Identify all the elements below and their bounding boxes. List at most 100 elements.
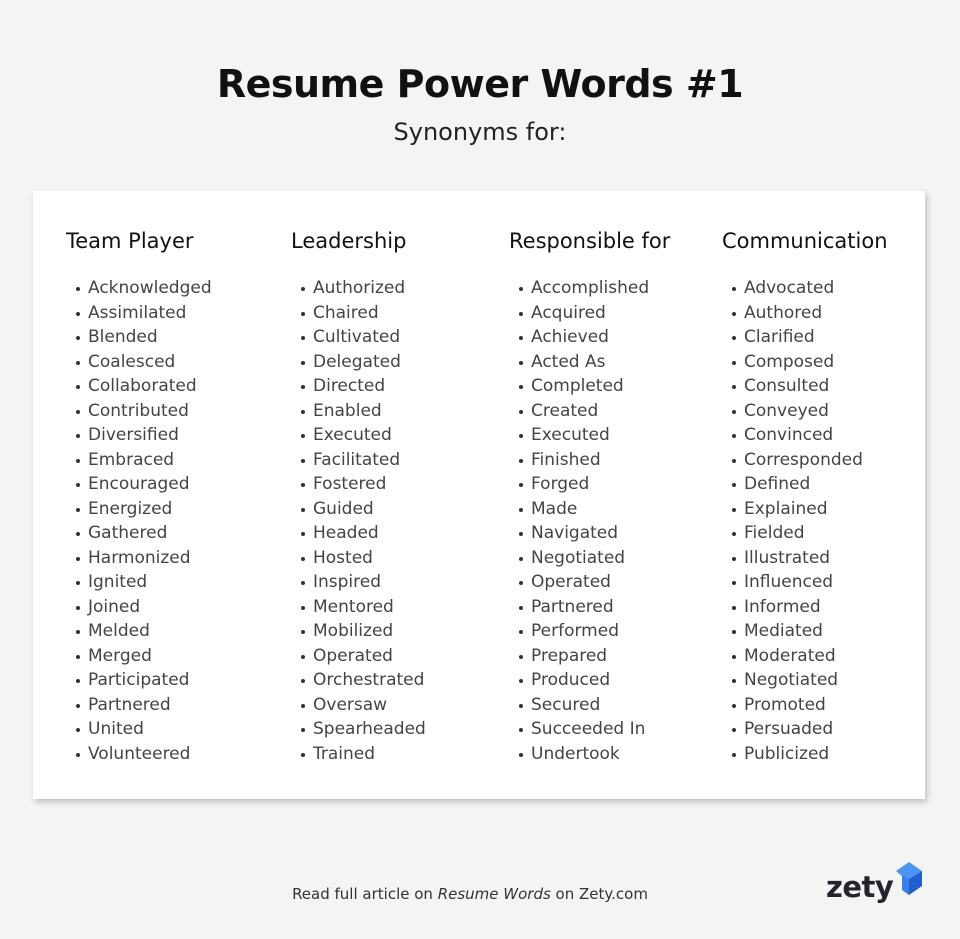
word-item: Fostered [301, 472, 426, 497]
word-item: Made [519, 497, 670, 522]
column-leadership: Leadership Authorized Chaired Cultivated De… [291, 229, 426, 766]
word-item: Authorized [301, 276, 426, 301]
word-item: Illustrated [732, 546, 888, 571]
word-item: Coalesced [76, 350, 212, 375]
footer-article-link[interactable]: Resume Words [438, 885, 551, 903]
word-item: Operated [519, 570, 670, 595]
word-item: Acted As [519, 350, 670, 375]
word-item: Consulted [732, 374, 888, 399]
word-item: Orchestrated [301, 668, 426, 693]
word-item: Partnered [519, 595, 670, 620]
word-item: Succeeded In [519, 717, 670, 742]
word-item: Authored [732, 301, 888, 326]
word-item: Navigated [519, 521, 670, 546]
word-item: Moderated [732, 644, 888, 669]
word-item: Ignited [76, 570, 212, 595]
word-item: Finished [519, 448, 670, 473]
zety-logo-mark-icon [896, 862, 922, 895]
word-list: Authorized Chaired Cultivated Delegated Dire… [291, 276, 426, 766]
page-subtitle: Synonyms for: [393, 118, 567, 146]
word-item: Mediated [732, 619, 888, 644]
word-item: Gathered [76, 521, 212, 546]
word-item: Harmonized [76, 546, 212, 571]
word-item: Joined [76, 595, 212, 620]
word-item: Defined [732, 472, 888, 497]
word-item: Participated [76, 668, 212, 693]
word-item: Facilitated [301, 448, 426, 473]
column-communication: Communication Advocated Authored Clarified… [722, 229, 888, 766]
column-team-player: Team Player Acknowledged Assimilated Blend… [66, 229, 212, 766]
word-item: Chaired [301, 301, 426, 326]
word-item: Collaborated [76, 374, 212, 399]
word-item: Created [519, 399, 670, 424]
word-item: Conveyed [732, 399, 888, 424]
word-item: Accomplished [519, 276, 670, 301]
column-heading: Responsible for [509, 229, 671, 253]
word-item: Explained [732, 497, 888, 522]
word-item: Melded [76, 619, 212, 644]
word-item: Promoted [732, 693, 888, 718]
footer-note: Read full article on Resume Words on Zet… [0, 885, 960, 903]
word-item: Mentored [301, 595, 426, 620]
word-item: Trained [301, 742, 426, 767]
word-item: Negotiated [732, 668, 888, 693]
column-heading: Team Player [66, 229, 194, 253]
word-item: Delegated [301, 350, 426, 375]
word-item: Spearheaded [301, 717, 426, 742]
word-item: Undertook [519, 742, 670, 767]
word-item: Cultivated [301, 325, 426, 350]
word-item: Operated [301, 644, 426, 669]
word-item: Prepared [519, 644, 670, 669]
word-item: Persuaded [732, 717, 888, 742]
word-item: Volunteered [76, 742, 212, 767]
word-item: Diversified [76, 423, 212, 448]
word-list: Acknowledged Assimilated Blended Coalesced C… [66, 276, 212, 766]
word-item: Negotiated [519, 546, 670, 571]
zety-logo[interactable]: zety [826, 862, 926, 910]
word-item: Completed [519, 374, 670, 399]
word-item: Executed [519, 423, 670, 448]
word-list: Advocated Authored Clarified Composed Consul… [722, 276, 888, 766]
footer-prefix: Read full article on [292, 885, 438, 903]
column-heading: Communication [722, 229, 888, 253]
word-item: Oversaw [301, 693, 426, 718]
word-item: Embraced [76, 448, 212, 473]
word-item: Assimilated [76, 301, 212, 326]
word-item: Fielded [732, 521, 888, 546]
word-item: Advocated [732, 276, 888, 301]
word-item: Partnered [76, 693, 212, 718]
synonyms-card: Team Player Acknowledged Assimilated Blend… [33, 191, 925, 799]
word-item: Merged [76, 644, 212, 669]
word-item: Blended [76, 325, 212, 350]
word-item: Composed [732, 350, 888, 375]
logo-text: zety [826, 870, 894, 904]
word-item: Contributed [76, 399, 212, 424]
word-item: Acquired [519, 301, 670, 326]
word-item: Guided [301, 497, 426, 522]
word-item: Enabled [301, 399, 426, 424]
word-item: Executed [301, 423, 426, 448]
word-item: Informed [732, 595, 888, 620]
word-item: Achieved [519, 325, 670, 350]
word-item: Headed [301, 521, 426, 546]
word-item: Forged [519, 472, 670, 497]
footer-suffix: on Zety.com [550, 885, 648, 903]
word-item: Acknowledged [76, 276, 212, 301]
word-item: Directed [301, 374, 426, 399]
word-item: Corresponded [732, 448, 888, 473]
page-title: Resume Power Words #1 [216, 62, 744, 106]
word-item: Produced [519, 668, 670, 693]
word-item: United [76, 717, 212, 742]
column-heading: Leadership [291, 229, 407, 253]
word-item: Secured [519, 693, 670, 718]
word-item: Mobilized [301, 619, 426, 644]
word-list: Accomplished Acquired Achieved Acted As Comp… [509, 276, 670, 766]
word-item: Hosted [301, 546, 426, 571]
word-item: Convinced [732, 423, 888, 448]
word-item: Inspired [301, 570, 426, 595]
word-item: Performed [519, 619, 670, 644]
word-item: Energized [76, 497, 212, 522]
word-item: Encouraged [76, 472, 212, 497]
word-item: Clarified [732, 325, 888, 350]
word-item: Publicized [732, 742, 888, 767]
